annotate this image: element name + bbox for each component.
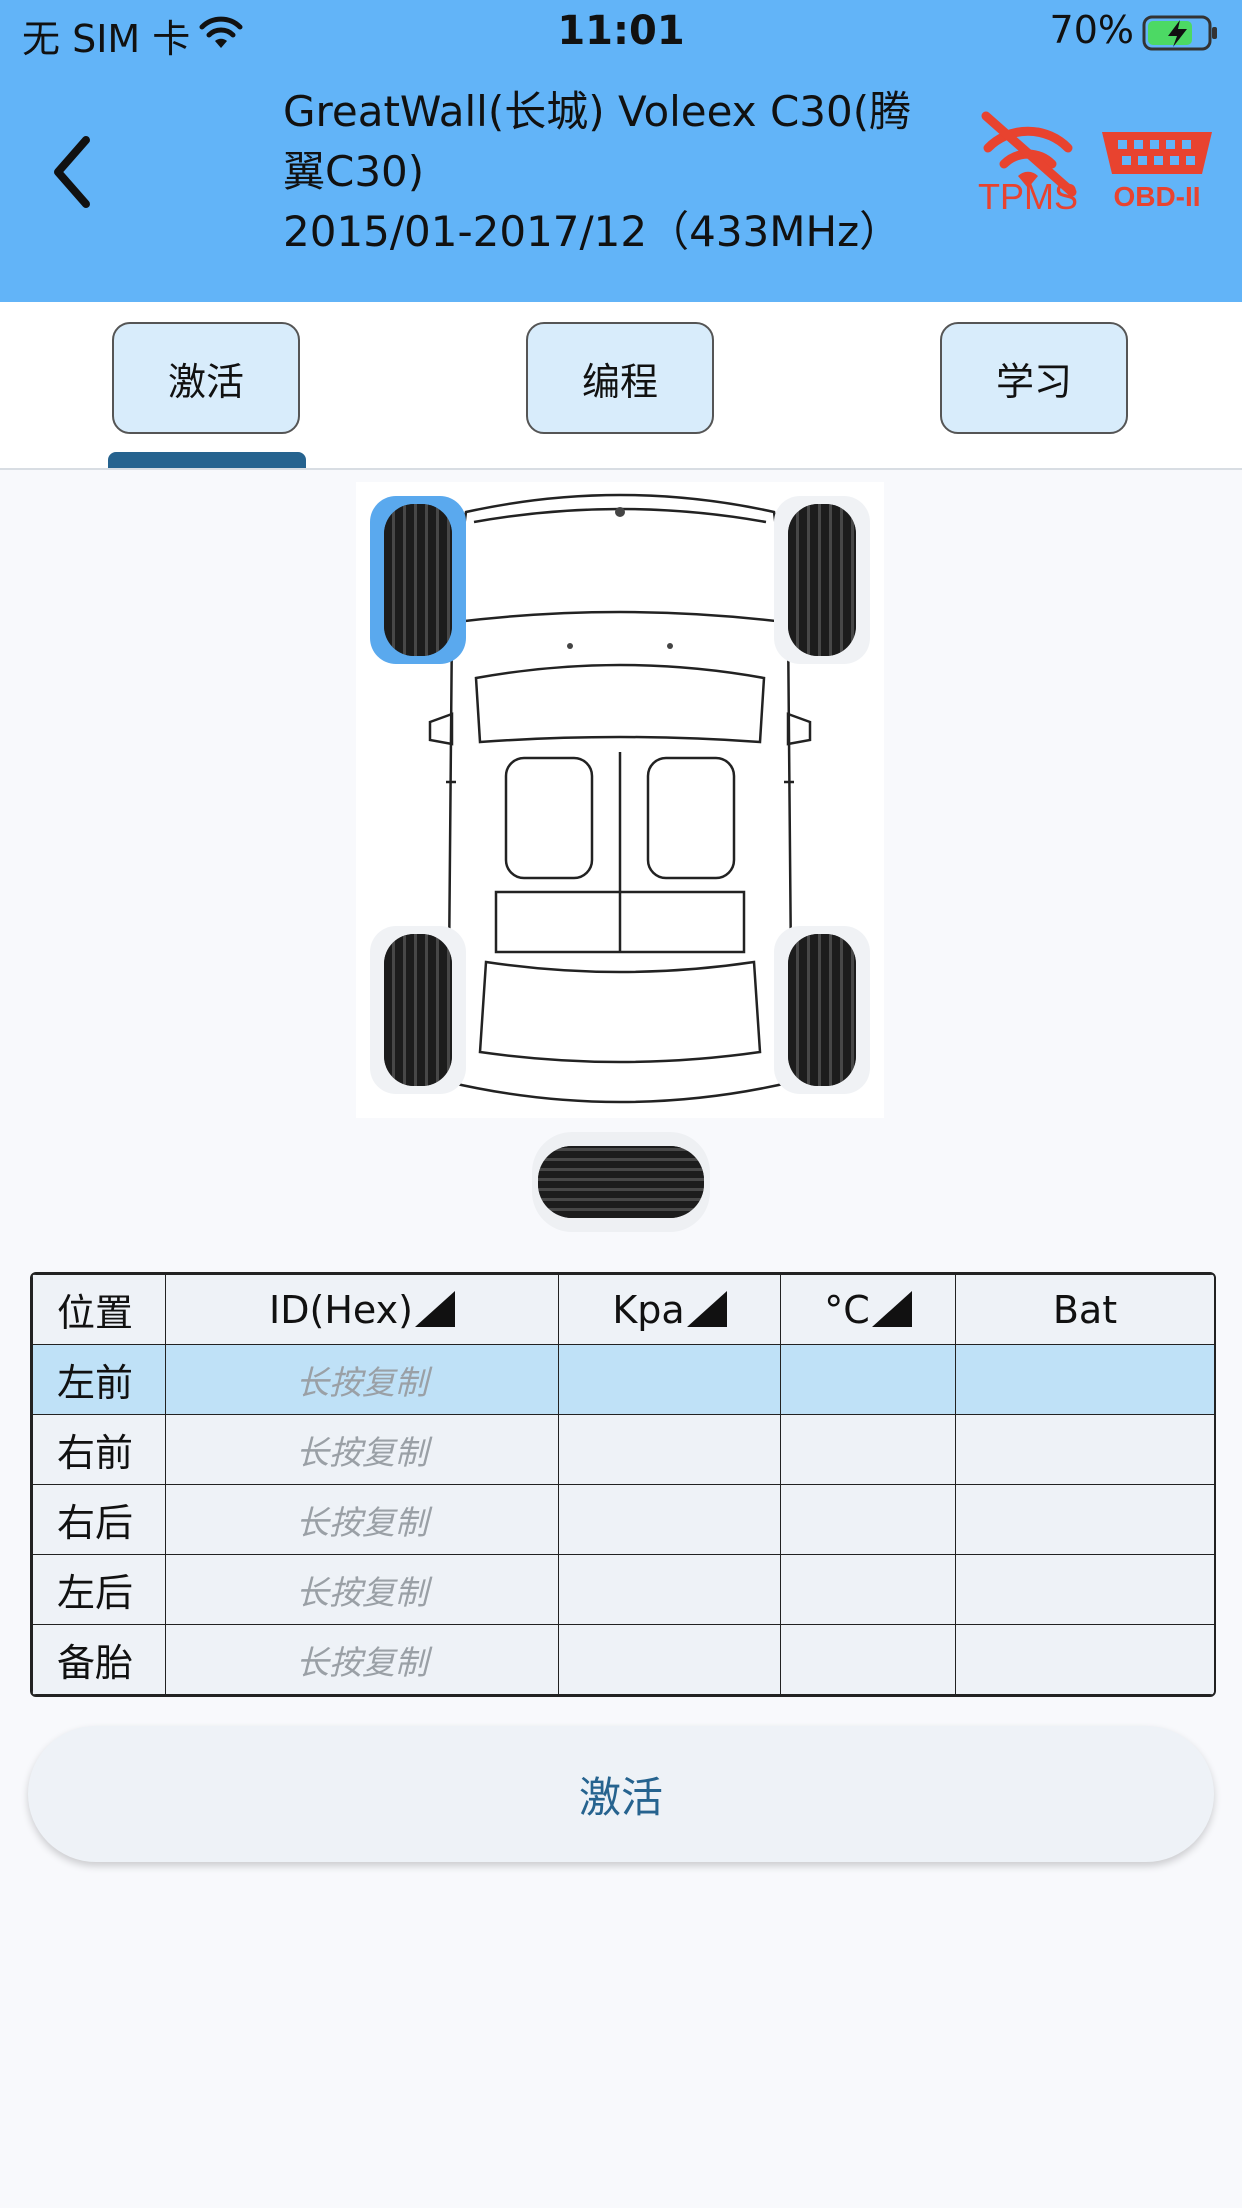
col-header-temp[interactable]: °C bbox=[780, 1274, 956, 1345]
activate-button[interactable]: 激活 bbox=[28, 1726, 1214, 1862]
tire-icon bbox=[384, 504, 452, 656]
row-temp bbox=[780, 1484, 956, 1555]
tire-icon bbox=[788, 504, 856, 656]
sensor-table: 位置 ID(Hex) Kpa °C Bat 左前 长按复制 右前 长按复制 右后… bbox=[30, 1272, 1216, 1697]
wheel-front-left[interactable] bbox=[370, 496, 466, 664]
table-row[interactable]: 备胎 长按复制 bbox=[32, 1624, 1214, 1695]
row-id[interactable]: 长按复制 bbox=[165, 1344, 559, 1415]
table-header-row: 位置 ID(Hex) Kpa °C Bat bbox=[32, 1274, 1214, 1345]
sort-triangle-icon bbox=[871, 1290, 912, 1327]
col-header-bat: Bat bbox=[955, 1274, 1214, 1345]
row-kpa bbox=[558, 1414, 781, 1485]
tire-icon bbox=[788, 934, 856, 1086]
row-position: 备胎 bbox=[32, 1624, 166, 1695]
row-id[interactable]: 长按复制 bbox=[165, 1414, 559, 1485]
obd-connector-icon[interactable]: OBD-II bbox=[1098, 126, 1216, 210]
row-bat bbox=[955, 1344, 1214, 1415]
vehicle-title-line3: 2015/01-2017/12（433MHz） bbox=[283, 207, 902, 256]
tab-activate[interactable]: 激活 bbox=[112, 322, 300, 434]
row-bat bbox=[955, 1414, 1214, 1485]
row-kpa bbox=[558, 1624, 781, 1695]
wheel-front-right[interactable] bbox=[774, 496, 870, 664]
row-temp bbox=[780, 1554, 956, 1625]
row-temp bbox=[780, 1414, 956, 1485]
col-header-position: 位置 bbox=[32, 1274, 166, 1345]
table-row[interactable]: 左后 长按复制 bbox=[32, 1554, 1214, 1625]
row-temp bbox=[780, 1624, 956, 1695]
row-bat bbox=[955, 1624, 1214, 1695]
row-position: 左后 bbox=[32, 1554, 166, 1625]
row-bat bbox=[955, 1554, 1214, 1625]
tire-icon bbox=[538, 1146, 704, 1218]
col-header-kpa[interactable]: Kpa bbox=[558, 1274, 781, 1345]
row-id[interactable]: 长按复制 bbox=[165, 1624, 559, 1695]
back-button[interactable] bbox=[48, 132, 98, 212]
status-bar: 无 SIM 卡 11:01 70% bbox=[0, 0, 1242, 66]
vehicle-title-line2: 翼C30) bbox=[283, 147, 425, 196]
row-position: 右前 bbox=[32, 1414, 166, 1485]
wheel-rear-right[interactable] bbox=[774, 926, 870, 1094]
table-row[interactable]: 右后 长按复制 bbox=[32, 1484, 1214, 1555]
col-header-id[interactable]: ID(Hex) bbox=[165, 1274, 559, 1345]
row-position: 左前 bbox=[32, 1344, 166, 1415]
col-header-temp-label: °C bbox=[824, 1287, 870, 1332]
vehicle-diagram bbox=[356, 482, 884, 1118]
row-id[interactable]: 长按复制 bbox=[165, 1554, 559, 1625]
mode-tabs: 激活 编程 学习 bbox=[0, 302, 1242, 470]
obd-label: OBD-II bbox=[1113, 181, 1200, 210]
tab-program[interactable]: 编程 bbox=[526, 322, 714, 434]
table-row[interactable]: 左前 长按复制 bbox=[32, 1344, 1214, 1415]
row-bat bbox=[955, 1484, 1214, 1555]
row-position: 右后 bbox=[32, 1484, 166, 1555]
row-kpa bbox=[558, 1554, 781, 1625]
sort-triangle-icon bbox=[414, 1290, 455, 1327]
tab-learn[interactable]: 学习 bbox=[940, 322, 1128, 434]
battery-icon bbox=[1142, 15, 1217, 51]
row-kpa bbox=[558, 1344, 781, 1415]
tpms-status-label: TPMS bbox=[977, 176, 1078, 217]
row-id[interactable]: 长按复制 bbox=[165, 1484, 559, 1555]
active-tab-indicator bbox=[108, 452, 306, 468]
vehicle-title: GreatWall(长城) Voleex C30(腾 翼C30) 2015/01… bbox=[283, 82, 973, 262]
row-temp bbox=[780, 1344, 956, 1415]
battery-percent: 70% bbox=[1049, 8, 1134, 52]
tire-icon bbox=[384, 934, 452, 1086]
sort-triangle-icon bbox=[686, 1290, 727, 1327]
col-header-id-label: ID(Hex) bbox=[269, 1287, 413, 1332]
wheel-rear-left[interactable] bbox=[370, 926, 466, 1094]
vehicle-title-line1: GreatWall(长城) Voleex C30(腾 bbox=[283, 87, 912, 136]
wheel-spare[interactable] bbox=[532, 1132, 710, 1232]
col-header-kpa-label: Kpa bbox=[612, 1287, 685, 1332]
table-row[interactable]: 右前 长按复制 bbox=[32, 1414, 1214, 1485]
app-header: 无 SIM 卡 11:01 70% GreatWall(长城) Voleex C… bbox=[0, 0, 1242, 302]
row-kpa bbox=[558, 1484, 781, 1555]
